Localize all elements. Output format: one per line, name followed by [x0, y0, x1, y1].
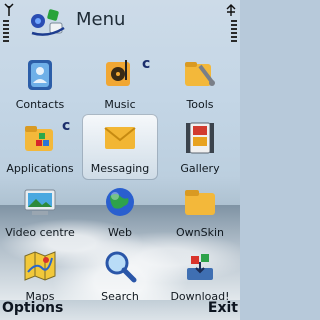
menu-item-label: Web	[108, 226, 132, 239]
menu-item-label: Tools	[186, 98, 214, 111]
gallery-icon	[186, 122, 214, 154]
menu-item-video-centre[interactable]: Video centre	[0, 180, 80, 244]
music-icon	[106, 60, 130, 86]
menu-logo-icon	[31, 9, 65, 36]
menu-item-messaging[interactable]: Messaging	[80, 114, 160, 180]
messaging-icon	[104, 127, 136, 149]
home-screen: Menu Contacts c Music Tools c Applicatio…	[0, 0, 240, 320]
page-title: Menu	[76, 9, 126, 30]
options-softkey[interactable]: Options	[2, 300, 63, 316]
maps-icon	[24, 251, 56, 281]
menu-item-label: Gallery	[180, 162, 220, 175]
menu-item-label: Music	[104, 98, 136, 111]
menu-item-label: Contacts	[15, 98, 65, 111]
exit-softkey[interactable]: Exit	[208, 300, 238, 316]
menu-item-label: Messaging	[90, 162, 150, 175]
title-bar: Menu	[0, 0, 240, 42]
ownskin-icon	[185, 190, 215, 215]
battery-level-bars	[231, 20, 237, 42]
applications-icon	[25, 126, 53, 151]
menu-item-applications[interactable]: c Applications	[0, 116, 80, 180]
menu-item-web[interactable]: Web	[80, 180, 160, 244]
web-icon	[106, 188, 134, 216]
menu-item-tools[interactable]: Tools	[160, 52, 240, 116]
download-icon	[187, 254, 213, 280]
contacts-icon	[28, 60, 52, 90]
signal-antenna-icon	[4, 3, 14, 16]
menu-item-gallery[interactable]: Gallery	[160, 116, 240, 180]
menu-item-label: Video centre	[5, 226, 75, 239]
menu-item-music[interactable]: c Music	[80, 52, 160, 116]
menu-item-contacts[interactable]: Contacts	[0, 52, 80, 116]
running-indicator-icon: c	[142, 56, 151, 72]
tools-icon	[185, 62, 215, 86]
video-centre-icon	[24, 189, 56, 215]
menu-item-label: OwnSkin	[175, 226, 224, 239]
menu-item-label: Applications	[6, 162, 74, 175]
usb-connection-icon	[226, 4, 236, 16]
search-icon	[105, 251, 137, 283]
signal-strength-bars	[3, 20, 9, 42]
running-indicator-icon: c	[62, 118, 71, 134]
menu-item-ownskin[interactable]: OwnSkin	[160, 180, 240, 244]
